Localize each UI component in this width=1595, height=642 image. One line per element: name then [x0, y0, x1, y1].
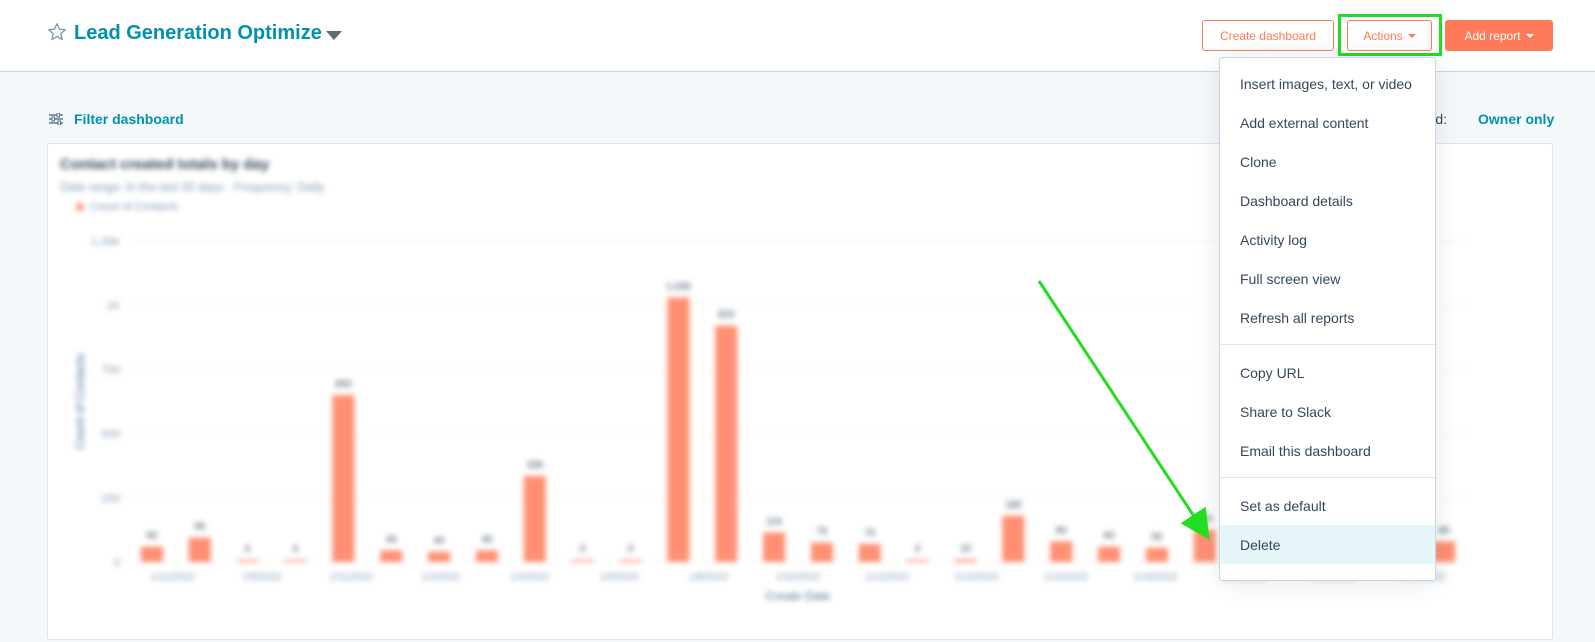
annotation-arrow-line	[1037, 280, 1210, 541]
annotation-arrow	[1037, 280, 1210, 541]
